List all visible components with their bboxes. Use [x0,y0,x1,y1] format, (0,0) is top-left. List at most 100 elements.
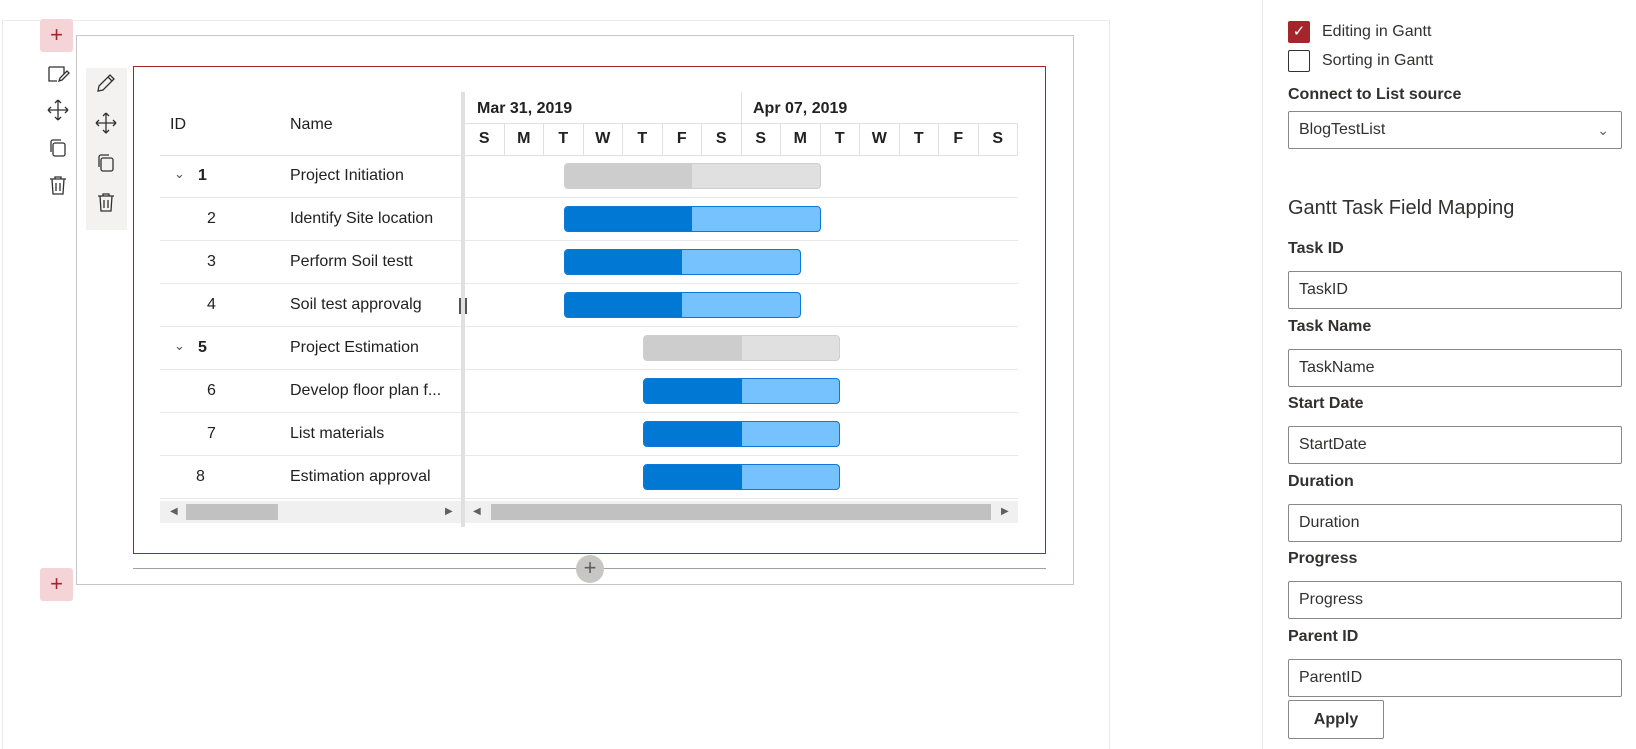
editing-checkbox-label[interactable]: Editing in Gantt [1322,23,1431,41]
task-progress-fill [643,422,742,446]
field-label: Duration [1288,472,1354,490]
delete-section-icon[interactable] [46,173,72,199]
apply-button[interactable]: Apply [1288,700,1384,739]
gantt-chart: Mar 31, 2019 Apr 07, 2019 SMTWTFSSMTWTFS… [465,92,1018,527]
list-source-value: BlogTestList [1299,121,1386,138]
table-row[interactable]: 7 List materials [160,413,463,456]
chart-horizontal-scrollbar[interactable]: ◀ ▶ [465,501,1018,523]
scrollbar-thumb[interactable] [186,504,278,520]
task-name-cell: List materials [290,425,385,442]
add-section-top-button[interactable]: + [40,19,73,52]
table-row[interactable]: ⌄ 5 Project Estimation [160,327,463,370]
field-label: Start Date [1288,395,1364,412]
parent-task-bar[interactable] [642,335,841,361]
week-divider [741,92,742,123]
day-label: W [860,123,900,155]
field-label: Task Name [1288,317,1372,335]
parent-task-bar[interactable] [563,163,821,189]
connect-list-label: Connect to List source [1288,86,1462,103]
week-label: Mar 31, 2019 [477,100,573,117]
day-label: T [544,123,584,155]
edit-section-icon[interactable] [46,62,72,88]
scroll-right-arrow-icon[interactable]: ▶ [445,506,453,517]
task-bar[interactable] [642,378,841,404]
task-id-cell: 1 [198,167,207,184]
add-column-button[interactable]: + [576,555,604,583]
table-row[interactable]: 2 Identify Site location [160,198,463,241]
field-label: Progress [1288,550,1358,567]
timeline-weeks: Mar 31, 2019 Apr 07, 2019 [465,92,1018,124]
task-progress-fill [643,465,742,489]
task-name-cell: Project Initiation [290,167,404,184]
task-id-cell: 2 [207,210,216,227]
sorting-checkbox-label[interactable]: Sorting in Gantt [1322,52,1433,70]
table-row[interactable]: 3 Perform Soil testt [160,241,463,284]
column-header-name[interactable]: Name [290,116,333,134]
chart-row [465,370,1018,413]
expand-chevron-icon[interactable]: ⌄ [174,166,185,182]
table-row[interactable]: 6 Develop floor plan f... [160,370,463,413]
task-name-cell: Soil test approvalg [290,296,422,313]
chart-row [465,413,1018,456]
day-label: F [939,123,979,155]
duplicate-section-icon[interactable] [46,136,72,162]
week-label: Apr 07, 2019 [753,100,848,117]
task-name-cell: Project Estimation [290,339,419,356]
task-bar[interactable] [563,292,801,318]
task-bar[interactable] [642,464,841,490]
grid-header: ID Name [160,92,463,156]
field-mapping-input[interactable]: StartDate [1288,426,1622,464]
day-label: S [465,123,505,155]
scroll-right-arrow-icon[interactable]: ▶ [1001,506,1009,517]
delete-webpart-icon[interactable] [94,190,120,216]
task-progress-fill [564,207,693,231]
chart-row [465,327,1018,370]
expand-chevron-icon[interactable]: ⌄ [174,338,185,354]
task-bar[interactable] [563,206,821,232]
column-header-id[interactable]: ID [170,116,186,134]
webpart-toolbar [86,68,127,230]
property-pane-border [1262,0,1263,749]
field-label: Task ID [1288,240,1344,257]
task-bar[interactable] [563,249,801,275]
field-mapping-input[interactable]: TaskName [1288,348,1622,387]
task-id-cell: 4 [207,296,216,313]
field-mapping-input[interactable]: ParentID [1288,658,1622,697]
task-id-cell: 3 [207,253,216,270]
field-mapping-input[interactable]: Progress [1288,581,1622,619]
move-webpart-icon[interactable] [94,111,120,137]
task-progress-fill [564,250,683,274]
task-progress-fill [643,336,742,360]
add-section-bottom-button[interactable]: + [40,568,73,601]
task-progress-fill [643,379,742,403]
table-row[interactable]: 8 Estimation approval [160,456,463,499]
scroll-left-arrow-icon[interactable]: ◀ [473,506,481,517]
scrollbar-thumb[interactable] [491,504,991,520]
table-row[interactable]: ⌄ 1 Project Initiation [160,155,463,198]
task-id-cell: 7 [207,425,216,442]
grid-horizontal-scrollbar[interactable]: ◀ ▶ [160,501,463,523]
task-name-cell: Identify Site location [290,210,434,227]
scroll-left-arrow-icon[interactable]: ◀ [170,506,178,517]
day-label: S [702,123,742,155]
field-mapping-input[interactable]: Duration [1288,503,1622,542]
timeline-days: SMTWTFSSMTWTFS [465,123,1018,156]
table-row[interactable]: 4 Soil test approvalg [160,284,463,327]
move-section-icon[interactable] [46,98,72,124]
duplicate-webpart-icon[interactable] [94,151,120,177]
edit-webpart-icon[interactable] [94,71,120,97]
day-label: T [900,123,939,155]
task-bar[interactable] [642,421,841,447]
chart-row [465,198,1018,241]
field-mapping-input[interactable]: TaskID [1288,271,1622,309]
chart-row [465,456,1018,499]
chart-row [465,241,1018,284]
day-label: M [781,123,821,155]
field-mapping-heading: Gantt Task Field Mapping [1288,197,1515,219]
task-progress-fill [564,164,693,188]
editing-checkbox[interactable]: ✓ [1288,21,1310,43]
list-source-dropdown[interactable]: BlogTestList ⌄ [1288,111,1622,149]
day-label: W [584,123,623,155]
task-name-cell: Estimation approval [290,468,431,485]
sorting-checkbox[interactable] [1288,50,1310,72]
